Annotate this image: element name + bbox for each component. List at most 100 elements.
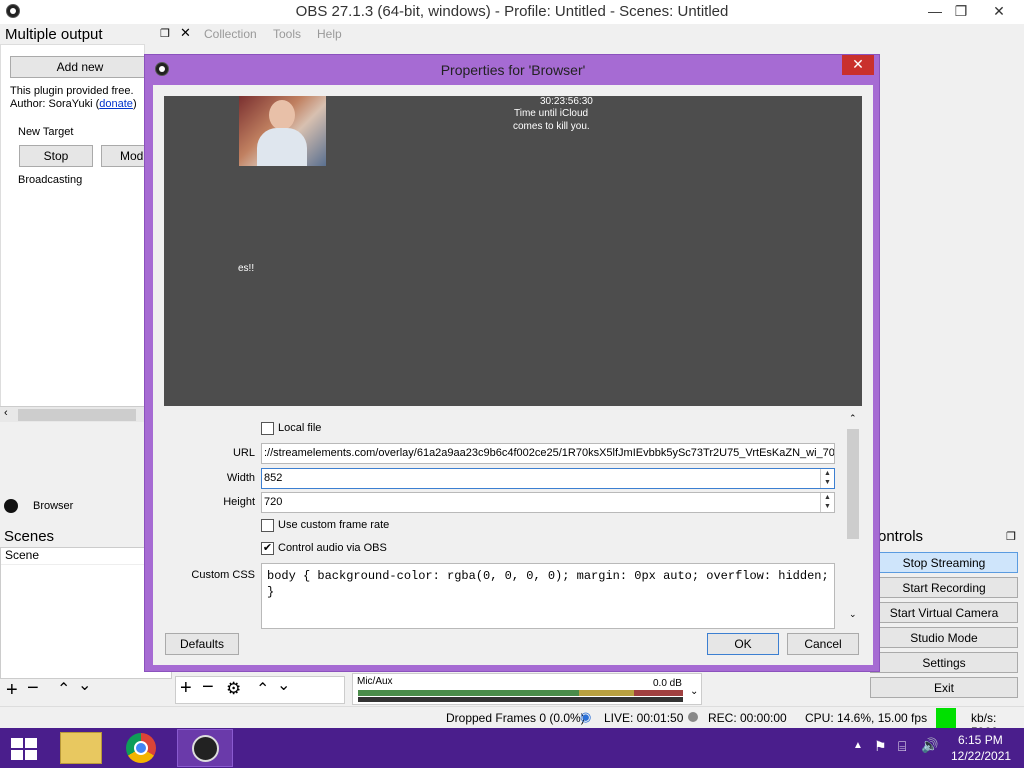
float-icon[interactable]: ❐	[160, 27, 170, 40]
volume-meter	[358, 690, 683, 696]
local-file-checkbox[interactable]	[261, 422, 274, 435]
tray-chevron-icon[interactable]: ▲	[853, 740, 863, 751]
scroll-up-icon[interactable]: ⌃	[849, 413, 857, 424]
width-label: Width	[226, 472, 255, 484]
exit-button[interactable]: Exit	[870, 677, 1018, 698]
dock-close-icon[interactable]: ✕	[180, 25, 191, 41]
custom-fps-label: Use custom frame rate	[278, 519, 390, 531]
controls-float-icon[interactable]: ❐	[1006, 530, 1016, 543]
action-center-icon[interactable]: ⚑	[874, 738, 887, 755]
add-source-icon[interactable]: +	[180, 677, 192, 700]
clock-time[interactable]: 6:15 PM	[958, 733, 1003, 747]
taskbar: ▲ ⚑ ⌸ 🔊 6:15 PM 12/22/2021	[0, 728, 1024, 768]
volume-slider[interactable]	[358, 697, 683, 702]
source-browser[interactable]: Browser	[33, 500, 73, 512]
height-spinner[interactable]: ▲ ▼	[820, 493, 834, 512]
url-label: URL	[232, 447, 255, 459]
move-down-icon[interactable]: ⌄	[78, 675, 91, 695]
author-prefix: Author: SoraYuki (	[10, 98, 100, 110]
file-explorer-icon[interactable]	[60, 732, 102, 764]
mixer-label: Mic/Aux	[357, 676, 393, 687]
dialog-body: 30:23:56:30 Time until iCloud comes to k…	[153, 85, 873, 665]
record-icon	[688, 712, 698, 722]
title-bar: OBS 27.1.3 (64-bit, windows) - Profile: …	[0, 0, 1024, 24]
remove-source-icon[interactable]: −	[202, 676, 214, 699]
properties-scrollbar[interactable]: ⌃ ⌄	[845, 413, 861, 627]
preview-small-text: es!!	[238, 263, 255, 274]
network-icon[interactable]: ⌸	[898, 738, 906, 755]
cpu-usage: CPU: 14.6%, 15.00 fps	[805, 711, 928, 725]
sources-toolbar: + − ⚙ ⌃ ⌄	[175, 676, 345, 704]
dropped-frames: Dropped Frames 0 (0.0%)	[446, 711, 585, 725]
modify-button[interactable]: Modi	[101, 145, 145, 167]
width-spinner[interactable]: ▲ ▼	[820, 469, 834, 488]
countdown-timer: 30:23:56:30	[540, 96, 593, 107]
chrome-icon[interactable]	[120, 732, 162, 764]
broadcast-icon: ◉	[580, 709, 592, 724]
horizontal-scrollbar[interactable]: ‹	[0, 406, 145, 422]
windows-start-icon[interactable]	[11, 738, 37, 760]
clock-date[interactable]: 12/22/2021	[951, 749, 1011, 763]
start-recording-button[interactable]: Start Recording	[870, 577, 1018, 598]
settings-button[interactable]: Settings	[870, 652, 1018, 673]
url-input[interactable]: ://streamelements.com/overlay/61a2a9aa23…	[261, 443, 835, 464]
stop-button[interactable]: Stop	[19, 145, 93, 167]
live-time: LIVE: 00:01:50	[604, 711, 684, 725]
dock-title: Multiple output	[5, 26, 103, 43]
controls-title: ontrols	[878, 528, 924, 545]
custom-css-label: Custom CSS	[191, 569, 255, 581]
custom-fps-checkbox[interactable]	[261, 519, 274, 532]
scroll-left-icon[interactable]: ‹	[4, 407, 8, 419]
local-file-label: Local file	[278, 422, 322, 434]
cancel-button[interactable]: Cancel	[787, 633, 859, 655]
control-audio-label: Control audio via OBS	[278, 542, 387, 554]
stop-streaming-button[interactable]: Stop Streaming	[870, 552, 1018, 573]
menu-collection[interactable]: Collection	[204, 27, 257, 41]
source-down-icon[interactable]: ⌄	[277, 675, 290, 695]
width-input[interactable]: 852	[261, 468, 835, 489]
globe-icon	[4, 499, 18, 513]
custom-css-textarea[interactable]: body { background-color: rgba(0, 0, 0, 0…	[261, 563, 835, 629]
plugin-text: This plugin provided free.	[10, 85, 134, 97]
ok-button[interactable]: OK	[707, 633, 779, 655]
stream-health-indicator	[936, 708, 956, 728]
author-line: Author: SoraYuki (donate)	[10, 98, 137, 110]
add-scene-icon[interactable]: +	[6, 679, 18, 702]
scroll-down-icon[interactable]: ⌄	[849, 609, 857, 620]
scenes-title: Scenes	[4, 528, 55, 545]
caption-line-2: comes to kill you.	[513, 121, 590, 132]
scrollbar-thumb[interactable]	[18, 409, 136, 421]
scrollbar-thumb[interactable]	[847, 429, 859, 539]
status-bar: Dropped Frames 0 (0.0%) ◉ LIVE: 00:01:50…	[0, 706, 1024, 739]
height-label: Height	[223, 496, 255, 508]
height-input[interactable]: 720	[261, 492, 835, 513]
donate-link[interactable]: donate	[99, 98, 133, 110]
close-button[interactable]: ✕	[984, 0, 1014, 22]
gear-icon[interactable]: ⚙	[226, 679, 241, 699]
audio-mixer: Mic/Aux 0.0 dB ⌄	[352, 673, 702, 705]
mixer-menu-icon[interactable]: ⌄	[690, 686, 698, 697]
add-new-button[interactable]: Add new	[10, 56, 150, 78]
window-title: OBS 27.1.3 (64-bit, windows) - Profile: …	[295, 3, 729, 20]
new-target-label: New Target	[18, 126, 74, 138]
shirt-shape	[257, 128, 307, 166]
dialog-close-button[interactable]: ✕	[842, 55, 874, 75]
face-shape	[269, 100, 295, 130]
control-audio-checkbox[interactable]: ✔	[261, 542, 274, 555]
obs-taskbar-button[interactable]	[177, 729, 233, 767]
menu-tools[interactable]: Tools	[273, 27, 301, 41]
author-suffix: )	[132, 98, 137, 110]
source-up-icon[interactable]: ⌃	[256, 679, 269, 699]
rec-time: REC: 00:00:00	[708, 711, 787, 725]
menu-help[interactable]: Help	[317, 27, 342, 41]
broadcasting-status: Broadcasting	[18, 174, 83, 186]
volume-icon[interactable]: 🔊	[921, 737, 938, 754]
studio-mode-button[interactable]: Studio Mode	[870, 627, 1018, 648]
caption-line-1: Time until iCloud	[514, 108, 589, 119]
remove-scene-icon[interactable]: −	[27, 677, 39, 700]
defaults-button[interactable]: Defaults	[165, 633, 239, 655]
browser-preview: 30:23:56:30 Time until iCloud comes to k…	[164, 96, 862, 406]
start-virtual-camera-button[interactable]: Start Virtual Camera	[870, 602, 1018, 623]
maximize-button[interactable]: ❐	[946, 0, 976, 22]
move-up-icon[interactable]: ⌃	[57, 679, 70, 699]
